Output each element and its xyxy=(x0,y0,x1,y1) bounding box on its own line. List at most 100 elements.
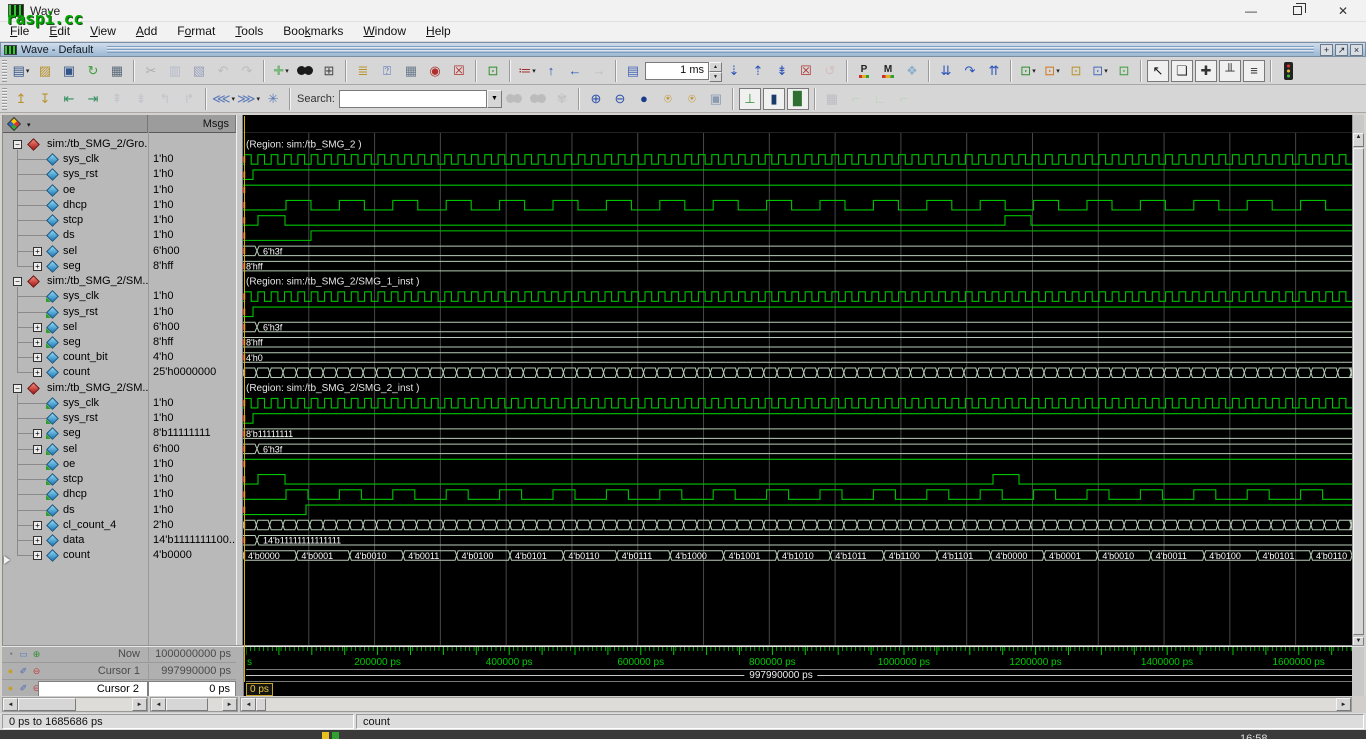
menu-item-window[interactable]: Window xyxy=(353,22,416,41)
expand-box-icon[interactable]: + xyxy=(33,536,42,545)
expand-box-icon[interactable]: + xyxy=(33,262,42,271)
signal-row-sys_rst[interactable]: sys_rst xyxy=(3,305,148,320)
collapse-box-icon[interactable]: − xyxy=(13,140,22,149)
compile-button[interactable]: ≣ xyxy=(352,60,374,82)
cursor-mode-button[interactable]: ╨ xyxy=(1219,60,1241,82)
expand-box-icon[interactable]: + xyxy=(33,323,42,332)
pause-button[interactable]: ❖ xyxy=(901,60,923,82)
zoom-full-button[interactable]: ● xyxy=(633,88,655,110)
wave-scrollbar[interactable]: ◄ ► xyxy=(240,697,1352,712)
new-file-button[interactable]: ▤▾ xyxy=(10,60,32,82)
names-scroll-thumb[interactable] xyxy=(18,698,76,711)
break-run-button[interactable]: ☒ xyxy=(795,60,817,82)
next-transition-button[interactable]: ⇥ xyxy=(82,88,104,110)
scroll-right-button[interactable]: ► xyxy=(1336,698,1351,711)
restore-button[interactable] xyxy=(1274,0,1320,22)
lock-cursor-icon[interactable]: ● xyxy=(5,666,16,677)
edit-mode-button[interactable]: ≡ xyxy=(1243,60,1265,82)
scroll-right-button[interactable]: ► xyxy=(132,698,147,711)
prev-transition-button[interactable]: ⇤ xyxy=(58,88,80,110)
scroll-left-button[interactable]: ◄ xyxy=(241,698,256,711)
signal-group-3[interactable]: −sim:/tb_SMG_2/SM... xyxy=(3,381,148,396)
run-all-button[interactable]: ⇟ xyxy=(771,60,793,82)
prev-falling-button[interactable]: ↰ xyxy=(154,88,176,110)
vertical-scroll-thumb[interactable] xyxy=(1353,148,1364,635)
prev-rising-button[interactable]: ⇞ xyxy=(106,88,128,110)
signal-row-sel[interactable]: +sel xyxy=(3,244,148,259)
signal-row-sys_clk[interactable]: sys_clk xyxy=(3,152,148,167)
insert-time-button[interactable]: ✳ xyxy=(262,88,284,110)
zoom-out-button[interactable]: ⊖ xyxy=(609,88,631,110)
add-selected-button[interactable]: ✚▾ xyxy=(270,60,292,82)
signal-row-stcp[interactable]: stcp xyxy=(3,213,148,228)
collapse-box-icon[interactable]: − xyxy=(13,384,22,393)
restart-button[interactable]: ↺ xyxy=(819,60,841,82)
cursor2-track[interactable]: 0 ps xyxy=(246,681,1355,696)
signal-row-data[interactable]: +data xyxy=(3,533,148,548)
expand-box-icon[interactable]: + xyxy=(33,368,42,377)
signal-row-cl_count_4[interactable]: +cl_count_4 xyxy=(3,518,148,533)
view-interval-mode-button[interactable]: ▮ xyxy=(763,88,785,110)
expanded-time-delta-button[interactable]: ∟ xyxy=(869,88,891,110)
collapse-box-icon[interactable]: − xyxy=(13,277,22,286)
select-mode-button[interactable]: ↖ xyxy=(1147,60,1169,82)
active-cursor-line[interactable] xyxy=(244,116,245,645)
signal-row-sys_clk[interactable]: sys_clk xyxy=(3,289,148,304)
values-scroll-thumb[interactable] xyxy=(166,698,208,711)
dropdown-arrow-icon[interactable]: ▾ xyxy=(532,67,536,75)
next-falling-button[interactable]: ↱ xyxy=(178,88,200,110)
next-rising-button[interactable]: ⇟ xyxy=(130,88,152,110)
dropdown-arrow-icon[interactable]: ▾ xyxy=(1032,67,1036,75)
timeline-ruler[interactable]: s200000 ps400000 ps600000 ps800000 ps100… xyxy=(246,647,1355,669)
dropdown-arrow-icon[interactable]: ▾ xyxy=(26,67,30,75)
lock-cursor-icon[interactable]: ● xyxy=(5,683,16,694)
dropdown-arrow-icon[interactable]: ▾ xyxy=(1056,67,1060,75)
dropdown-arrow-icon[interactable]: ▾ xyxy=(232,95,236,103)
performance-profile-button[interactable]: P xyxy=(853,60,875,82)
spin-up-icon[interactable]: ▲ xyxy=(709,62,722,72)
cursor2-time-label[interactable]: 0 ps xyxy=(246,683,273,696)
scroll-left-button[interactable]: ◄ xyxy=(151,698,166,711)
collapse-time-button[interactable]: ⇊ xyxy=(935,60,957,82)
pane-header[interactable]: Wave - Default + ↗ × xyxy=(0,42,1366,57)
menu-item-tools[interactable]: Tools xyxy=(225,22,273,41)
scroll-left-button[interactable]: ◄ xyxy=(3,698,18,711)
signal-row-seg[interactable]: +seg xyxy=(3,426,148,441)
values-scrollbar[interactable]: ◄ ► xyxy=(150,697,238,712)
signal-row-sel[interactable]: +sel xyxy=(3,442,148,457)
pane-dock-button[interactable]: + xyxy=(1320,44,1333,56)
expand-hierarchy-button[interactable]: ⊞ xyxy=(318,60,340,82)
menu-item-view[interactable]: View xyxy=(80,22,126,41)
time-mode-icon[interactable]: ◔ xyxy=(5,649,16,660)
signal-row-count[interactable]: +count xyxy=(3,365,148,380)
move-signal-up-button[interactable]: ↥ xyxy=(10,88,32,110)
add-to-wave-button[interactable]: ⊡▾ xyxy=(1017,60,1039,82)
signal-column-header[interactable]: ▾ xyxy=(3,115,148,133)
run-length-doc-button[interactable]: ▤ xyxy=(622,60,644,82)
copy-button[interactable]: ▥ xyxy=(164,60,186,82)
pane-close-button[interactable]: × xyxy=(1350,44,1363,56)
reload-button[interactable]: ↻ xyxy=(82,60,104,82)
expand-box-icon[interactable]: + xyxy=(33,353,42,362)
toolbar-handle[interactable] xyxy=(2,60,7,82)
cut-button[interactable]: ✂ xyxy=(140,60,162,82)
restore-time-button[interactable]: ↷ xyxy=(959,60,981,82)
cursor-name[interactable]: Cursor 2 xyxy=(38,681,148,697)
grid-display-button[interactable]: ▦ xyxy=(821,88,843,110)
goto-driver-button[interactable]: ≔▾ xyxy=(516,60,538,82)
spin-down-icon[interactable]: ▼ xyxy=(709,72,722,82)
vertical-scrollbar[interactable]: ▲ ▼ xyxy=(1352,115,1364,696)
stop-light-button[interactable] xyxy=(1277,60,1299,82)
add-to-log-button[interactable]: ⊡ xyxy=(1065,60,1087,82)
cursor-value[interactable]: 1000000000 ps xyxy=(148,647,236,663)
pane-drag-grip[interactable] xyxy=(107,46,1314,53)
redo-button[interactable]: ↷ xyxy=(236,60,258,82)
zoom-in-button[interactable]: ⊕ xyxy=(585,88,607,110)
cut-time-button[interactable]: ⋘▾ xyxy=(212,88,235,110)
names-scrollbar[interactable]: ◄ ► xyxy=(2,697,148,712)
search-find-button[interactable] xyxy=(503,88,525,110)
expanded-time-off-button[interactable]: ⌐ xyxy=(845,88,867,110)
add-to-dataset-button[interactable]: ⊡▾ xyxy=(1089,60,1111,82)
taskbar-app-icon2[interactable] xyxy=(332,732,339,739)
signal-row-ds[interactable]: ds xyxy=(3,503,148,518)
